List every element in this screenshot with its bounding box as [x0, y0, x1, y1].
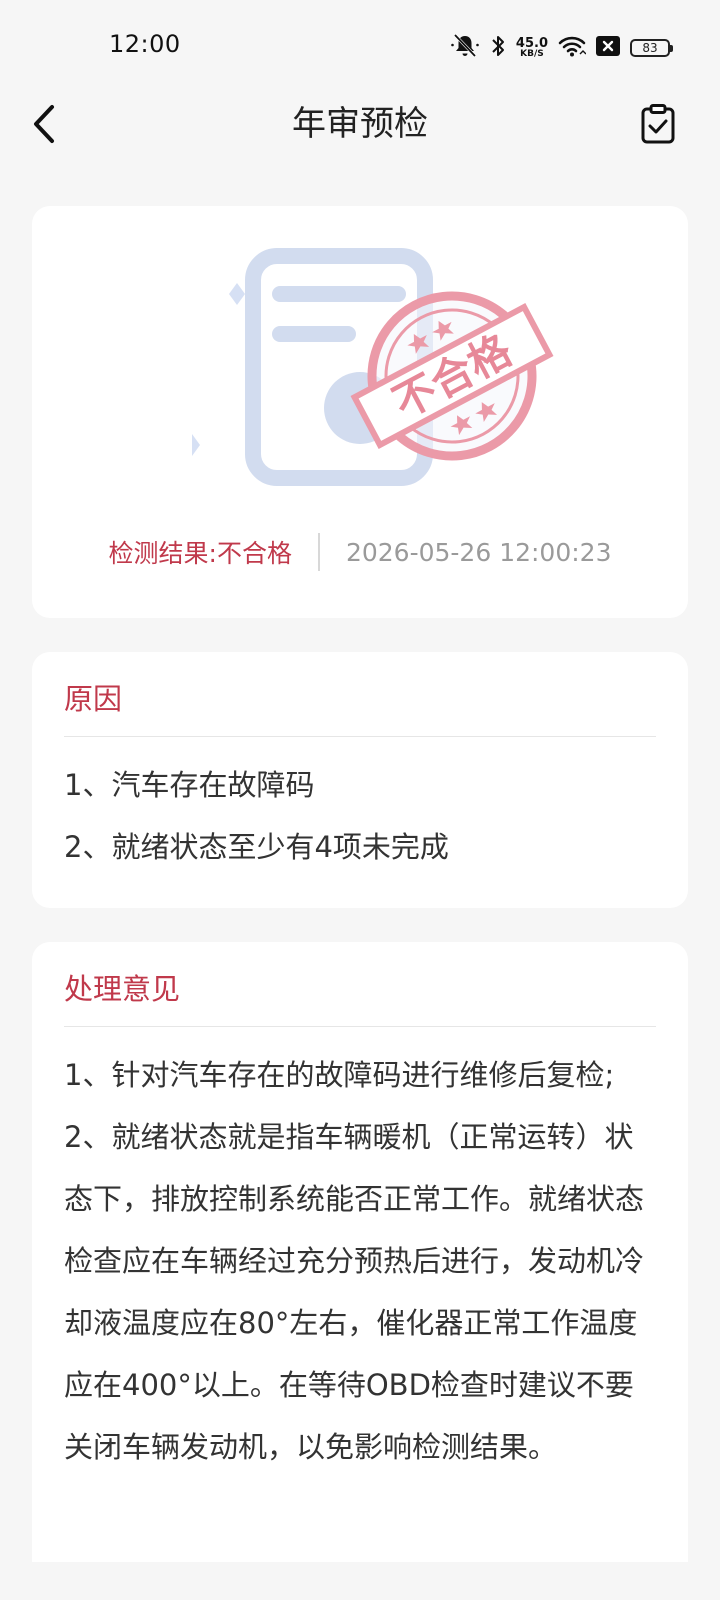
reason-card: 原因 1、汽车存在故障码 2、就绪状态至少有4项未完成	[32, 652, 688, 908]
sparkle-icon	[229, 283, 245, 305]
reason-divider	[64, 736, 656, 737]
advice-paragraph: 1、针对汽车存在的故障码进行维修后复检;	[64, 1058, 615, 1092]
result-summary: 检测结果:不合格 2026-05-26 12:00:23	[32, 532, 688, 572]
no-sim-icon	[596, 36, 620, 60]
result-datetime: 2026-05-26 12:00:23	[345, 537, 612, 567]
advice-paragraph: 2、就绪状态就是指车辆暖机（正常运转）状态下，排放控制系统能否正常工作。就绪状态…	[64, 1120, 645, 1464]
wifi-icon	[558, 35, 587, 61]
battery-icon: 83	[630, 39, 673, 57]
result-card: 不合格 检测结果:不合格 2026-05-26 12:00:23	[32, 206, 688, 618]
status-icons: 45.0 KB/S 83	[450, 32, 673, 64]
net-speed-unit: KB/S	[520, 49, 544, 59]
net-speed-indicator: 45.0 KB/S	[516, 37, 548, 59]
advice-title: 处理意见	[64, 972, 181, 1006]
battery-level: 83	[642, 41, 658, 55]
app-bar: 年审预检	[0, 92, 720, 156]
advice-card: 处理意见 1、针对汽车存在的故障码进行维修后复检; 2、就绪状态就是指车辆暖机（…	[32, 942, 688, 1562]
page-title: 年审预检	[292, 104, 428, 144]
advice-divider	[64, 1026, 656, 1027]
result-status: 检测结果:不合格	[108, 539, 292, 568]
status-time: 12:00	[109, 30, 181, 58]
reason-list: 1、汽车存在故障码 2、就绪状态至少有4项未完成	[64, 754, 656, 878]
reason-item: 1、汽车存在故障码	[64, 768, 315, 802]
reason-item: 2、就绪状态至少有4项未完成	[64, 830, 449, 864]
status-bar: 12:00 45.0 KB/S 83	[0, 0, 720, 92]
bluetooth-icon	[490, 34, 506, 62]
sparkle-icon	[192, 434, 200, 456]
failed-report-illustration: 不合格	[192, 248, 554, 486]
result-divider	[317, 533, 320, 571]
advice-body: 1、针对汽车存在的故障码进行维修后复检; 2、就绪状态就是指车辆暖机（正常运转）…	[64, 1044, 656, 1478]
reason-title: 原因	[64, 682, 123, 716]
bell-off-icon	[450, 33, 480, 63]
clipboard-check-icon	[641, 104, 675, 144]
inspection-record-button[interactable]	[634, 100, 682, 148]
